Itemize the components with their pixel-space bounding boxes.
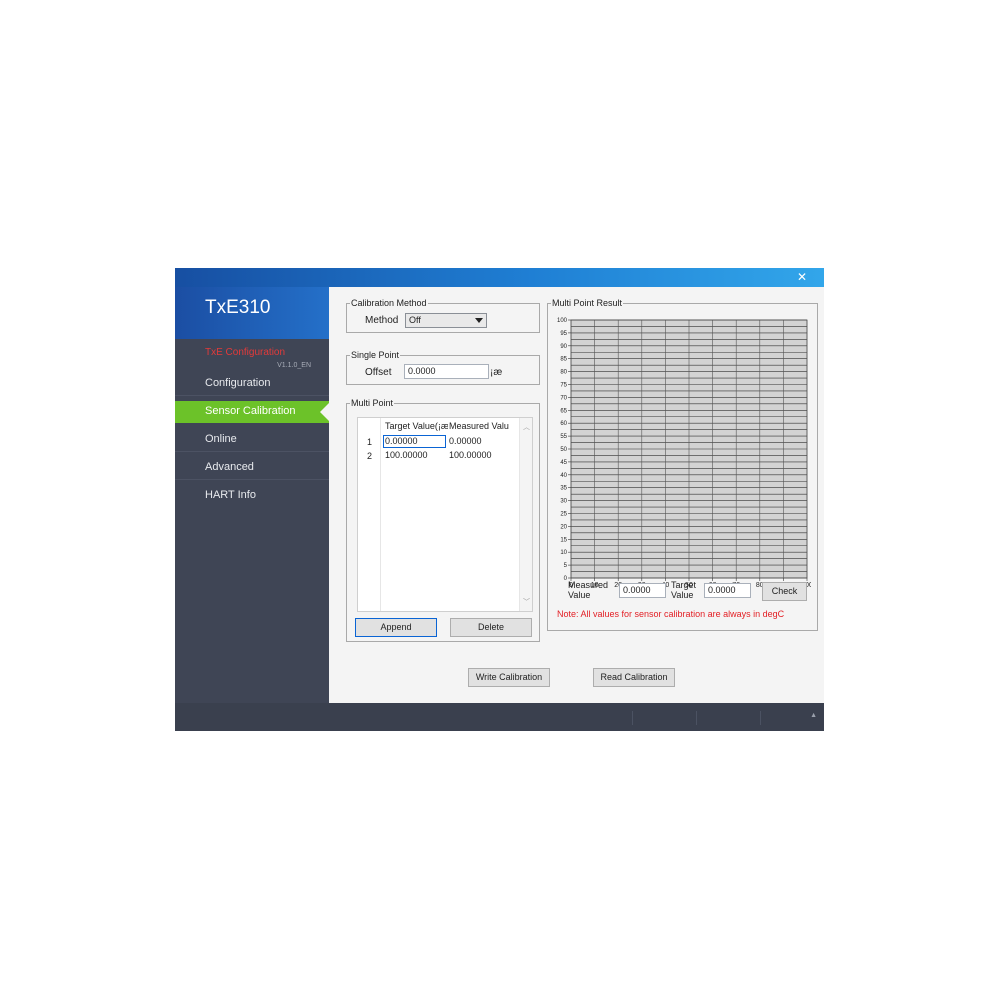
title-bar: ✕ <box>175 268 824 287</box>
version-label: V1.1.0_EN <box>277 362 311 369</box>
y-tick-label: 90 <box>560 344 567 350</box>
app-title: TxE310 <box>205 297 271 318</box>
y-tick-label: 85 <box>560 357 567 363</box>
row-index: 2 <box>367 451 373 461</box>
measured-value-label-line1: Measured <box>568 580 609 590</box>
sidebar-item-label: Sensor Calibration <box>205 405 296 417</box>
sidebar-item-configuration[interactable]: Configuration <box>175 373 329 396</box>
y-tick-label: 65 <box>560 408 567 414</box>
brand-header: TxE310 <box>175 287 329 339</box>
status-divider <box>696 711 697 725</box>
target-value-input[interactable]: 0.0000 <box>704 583 751 598</box>
y-tick-label: 45 <box>560 460 567 466</box>
check-button[interactable]: Check <box>762 582 807 601</box>
y-tick-label: 80 <box>560 370 567 376</box>
sidebar-item-advanced[interactable]: Advanced <box>175 457 329 480</box>
calibration-chart: 0510152025303540455055606570758085909510… <box>557 318 811 588</box>
sidebar-item-label: Advanced <box>205 461 254 473</box>
multi-point-group: Multi Point ︿ ﹀ Target Value(¡æ Measured… <box>346 398 540 642</box>
y-tick-label: 70 <box>560 395 567 401</box>
measured-value-input[interactable]: 0.0000 <box>619 583 666 598</box>
target-value-label-line2: Value <box>671 590 694 600</box>
row-index: 1 <box>367 437 373 447</box>
app-window: ✕ TxE310 TxE Configuration V1.1.0_EN Con… <box>175 268 824 731</box>
sidebar-item-online[interactable]: Online <box>175 429 329 452</box>
offset-input[interactable]: 0.0000 <box>404 364 489 379</box>
y-tick-label: 95 <box>560 331 567 337</box>
y-tick-label: 40 <box>560 473 567 479</box>
y-tick-label: 50 <box>560 447 567 453</box>
measured-value-cell[interactable]: 0.00000 <box>449 436 482 446</box>
measured-value-label-line2: Value <box>568 590 591 600</box>
list-scrollbar[interactable]: ︿ ﹀ <box>519 418 532 611</box>
y-tick-label: 100 <box>557 318 568 324</box>
group-legend: Multi Point <box>351 398 394 408</box>
chevron-down-icon <box>475 318 483 323</box>
sidebar-section-title: TxE Configuration <box>205 347 286 358</box>
status-bar: ▲ <box>175 703 824 731</box>
active-indicator <box>320 403 329 421</box>
group-legend: Single Point <box>351 350 400 360</box>
write-calibration-button[interactable]: Write Calibration <box>468 668 550 687</box>
y-tick-label: 10 <box>560 550 567 556</box>
single-point-group: Single Point Offset 0.0000 ¡æ <box>346 350 540 385</box>
multi-point-list[interactable]: ︿ ﹀ Target Value(¡æ Measured Valu 1 0.00… <box>357 417 533 612</box>
calibration-unit-note: Note: All values for sensor calibration … <box>557 609 785 619</box>
y-tick-label: 55 <box>560 434 567 440</box>
y-tick-label: 25 <box>560 512 567 518</box>
read-calibration-button[interactable]: Read Calibration <box>593 668 675 687</box>
multi-point-result-group: Multi Point Result 0 5 10 15 20 25 30 35 40 45 50 5… <box>547 298 818 631</box>
y-tick-label: 30 <box>560 499 567 505</box>
close-icon[interactable]: ✕ <box>794 269 810 285</box>
sidebar-item-sensor-calibration[interactable]: Sensor Calibration <box>175 401 329 423</box>
y-tick-label: 5 <box>564 563 568 569</box>
group-legend: Calibration Method <box>351 298 427 308</box>
offset-label: Offset <box>365 367 392 378</box>
scroll-down-icon[interactable]: ﹀ <box>523 597 530 607</box>
method-label: Method <box>365 315 399 326</box>
target-value-label-line1: Target <box>671 580 697 590</box>
sidebar-item-label: Online <box>205 433 237 445</box>
main-content: Calibration Method Method Off Single Poi… <box>329 287 824 703</box>
calibration-method-group: Calibration Method Method Off <box>346 298 540 333</box>
target-value-cell[interactable]: 100.00000 <box>385 450 428 460</box>
triangle-up-icon[interactable]: ▲ <box>810 712 817 719</box>
target-value-cell[interactable]: 0.00000 <box>383 435 446 448</box>
sidebar-item-label: HART Info <box>205 489 256 501</box>
sidebar-item-hart-info[interactable]: HART Info <box>175 485 329 507</box>
y-tick-label: 35 <box>560 486 567 492</box>
status-divider <box>760 711 761 725</box>
sidebar: TxE310 TxE Configuration V1.1.0_EN Confi… <box>175 287 329 718</box>
y-tick-label: 60 <box>560 421 567 427</box>
measured-value-cell[interactable]: 100.00000 <box>449 450 492 460</box>
offset-unit: ¡æ <box>490 367 503 378</box>
column-header-target[interactable]: Target Value(¡æ <box>385 421 448 431</box>
append-button[interactable]: Append <box>355 618 437 637</box>
method-selected-value: Off <box>409 315 421 325</box>
y-tick-label: 15 <box>560 537 567 543</box>
y-tick-label: 20 <box>560 524 567 530</box>
column-header-measured[interactable]: Measured Valu <box>449 421 513 431</box>
method-select[interactable]: Off <box>405 313 487 328</box>
scroll-up-icon[interactable]: ︿ <box>523 422 530 432</box>
group-legend: Multi Point Result <box>552 298 623 308</box>
y-tick-label: 75 <box>560 383 567 389</box>
delete-button[interactable]: Delete <box>450 618 532 637</box>
sidebar-item-label: Configuration <box>205 377 271 389</box>
status-divider <box>632 711 633 725</box>
